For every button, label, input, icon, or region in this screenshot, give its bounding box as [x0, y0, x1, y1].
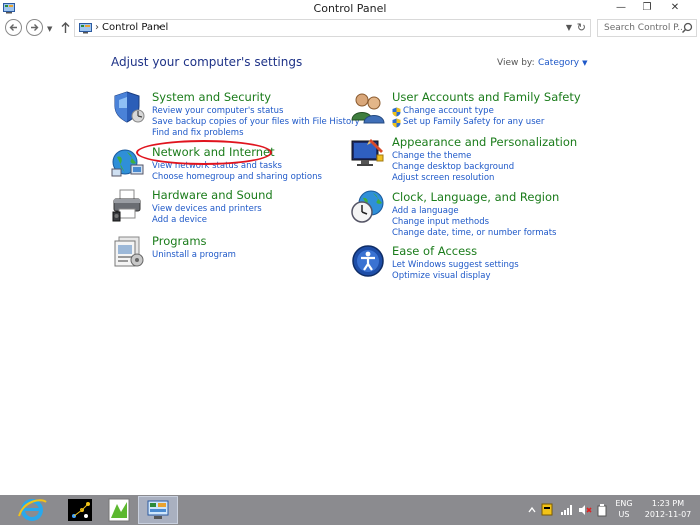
taskbar-green-app[interactable] — [99, 496, 139, 524]
uac-shield-icon — [392, 118, 401, 128]
breadcrumb-separator[interactable]: › — [157, 22, 161, 33]
address-bar[interactable]: › Control Panel › ▼ ↻ — [74, 19, 591, 37]
taskbar: ENG US 1:23 PM 2012-11-07 — [0, 495, 700, 525]
game-icon — [68, 499, 92, 521]
power-icon[interactable] — [596, 503, 608, 517]
link-change-account-type-label[interactable]: Change account type — [403, 106, 494, 116]
clock-date[interactable]: 2012-11-07 — [640, 509, 696, 520]
link-change-desktop-background[interactable]: Change desktop background — [392, 162, 514, 173]
link-windows-suggest-settings[interactable]: Let Windows suggest settings — [392, 260, 519, 271]
printer-icon — [112, 189, 141, 222]
link-adjust-screen-resolution[interactable]: Adjust screen resolution — [392, 173, 514, 184]
link-change-theme[interactable]: Change the theme — [392, 151, 514, 162]
link-add-language[interactable]: Add a language — [392, 206, 556, 217]
window-title: Control Panel — [313, 2, 387, 15]
language-indicator[interactable]: ENG US — [613, 498, 635, 520]
link-change-date-time-formats[interactable]: Change date, time, or number formats — [392, 228, 556, 239]
refresh-icon[interactable]: ↻ — [577, 21, 586, 34]
taskbar-clock[interactable]: 1:23 PM 2012-11-07 — [640, 498, 696, 520]
view-by-dropdown[interactable]: Category ▼ — [538, 58, 588, 68]
clock-globe-icon — [351, 190, 384, 223]
category-title-appearance[interactable]: Appearance and Personalization — [392, 135, 577, 149]
action-center-flag-icon[interactable] — [541, 503, 553, 517]
search-input[interactable] — [598, 20, 682, 36]
category-title-programs[interactable]: Programs — [152, 234, 207, 248]
category-title-hardware-and-sound[interactable]: Hardware and Sound — [152, 188, 273, 202]
page-title: Adjust your computer's settings — [111, 55, 303, 69]
ease-of-access-icon — [352, 245, 384, 277]
tray-chevron-up-icon[interactable] — [527, 505, 537, 515]
link-change-input-methods[interactable]: Change input methods — [392, 217, 556, 228]
title-bar: Control Panel — ❐ ✕ — [0, 0, 700, 17]
link-homegroup-sharing[interactable]: Choose homegroup and sharing options — [152, 172, 322, 183]
link-view-network-status[interactable]: View network status and tasks — [152, 161, 322, 172]
link-view-devices-printers[interactable]: View devices and printers — [152, 204, 262, 215]
control-panel-icon — [147, 500, 169, 519]
maximize-button[interactable]: ❐ — [634, 0, 660, 17]
volume-muted-icon[interactable] — [578, 503, 592, 517]
link-optimize-visual-display[interactable]: Optimize visual display — [392, 271, 519, 282]
close-button[interactable]: ✕ — [662, 0, 688, 17]
taskbar-game-app[interactable] — [60, 496, 100, 524]
uac-shield-icon — [392, 107, 401, 117]
globe-network-icon — [111, 149, 144, 177]
control-panel-icon — [79, 23, 92, 34]
link-uninstall-program[interactable]: Uninstall a program — [152, 250, 236, 261]
category-title-network-and-internet[interactable]: Network and Internet — [152, 145, 275, 159]
link-add-device[interactable]: Add a device — [152, 215, 262, 226]
back-button[interactable] — [5, 19, 22, 36]
language-region[interactable]: US — [613, 509, 635, 520]
taskbar-control-panel[interactable] — [138, 496, 178, 524]
internet-explorer-icon — [18, 499, 47, 521]
link-change-account-type[interactable]: Change account type — [392, 106, 544, 117]
view-by-label: View by: — [497, 58, 535, 68]
chevron-down-icon[interactable]: ▼ — [582, 59, 587, 67]
breadcrumb-separator[interactable]: › — [95, 22, 99, 33]
network-signal-icon[interactable] — [560, 504, 574, 516]
chevron-down-icon[interactable]: ▼ — [566, 23, 572, 32]
link-setup-family-safety[interactable]: Set up Family Safety for any user — [392, 117, 544, 128]
category-title-ease-of-access[interactable]: Ease of Access — [392, 244, 477, 258]
language-code[interactable]: ENG — [613, 498, 635, 509]
category-title-system-and-security[interactable]: System and Security — [152, 90, 271, 104]
category-title-user-accounts[interactable]: User Accounts and Family Safety — [392, 90, 581, 104]
search-icon[interactable] — [681, 22, 693, 34]
minimize-button[interactable]: — — [608, 0, 634, 17]
forward-button[interactable] — [26, 19, 43, 36]
recent-locations-button[interactable]: ▼ — [47, 25, 52, 33]
link-setup-family-safety-label[interactable]: Set up Family Safety for any user — [403, 117, 544, 127]
green-app-icon — [108, 498, 130, 522]
appearance-icon — [351, 139, 384, 166]
up-arrow-icon[interactable] — [60, 21, 71, 34]
taskbar-internet-explorer[interactable] — [12, 496, 52, 524]
programs-icon — [114, 236, 144, 267]
clock-time[interactable]: 1:23 PM — [640, 498, 696, 509]
navigation-bar: ▼ › Control Panel › ▼ ↻ — [0, 17, 700, 39]
link-review-computer-status[interactable]: Review your computer's status — [152, 106, 360, 117]
search-box[interactable] — [597, 19, 697, 37]
category-title-clock-language-region[interactable]: Clock, Language, and Region — [392, 190, 559, 204]
link-save-backup-file-history[interactable]: Save backup copies of your files with Fi… — [152, 117, 360, 128]
shield-icon — [114, 91, 145, 123]
users-icon — [351, 93, 385, 124]
back-arrow-icon — [9, 24, 17, 31]
forward-arrow-icon — [31, 24, 39, 31]
view-by-value[interactable]: Category — [538, 58, 579, 68]
link-find-fix-problems[interactable]: Find and fix problems — [152, 128, 360, 139]
